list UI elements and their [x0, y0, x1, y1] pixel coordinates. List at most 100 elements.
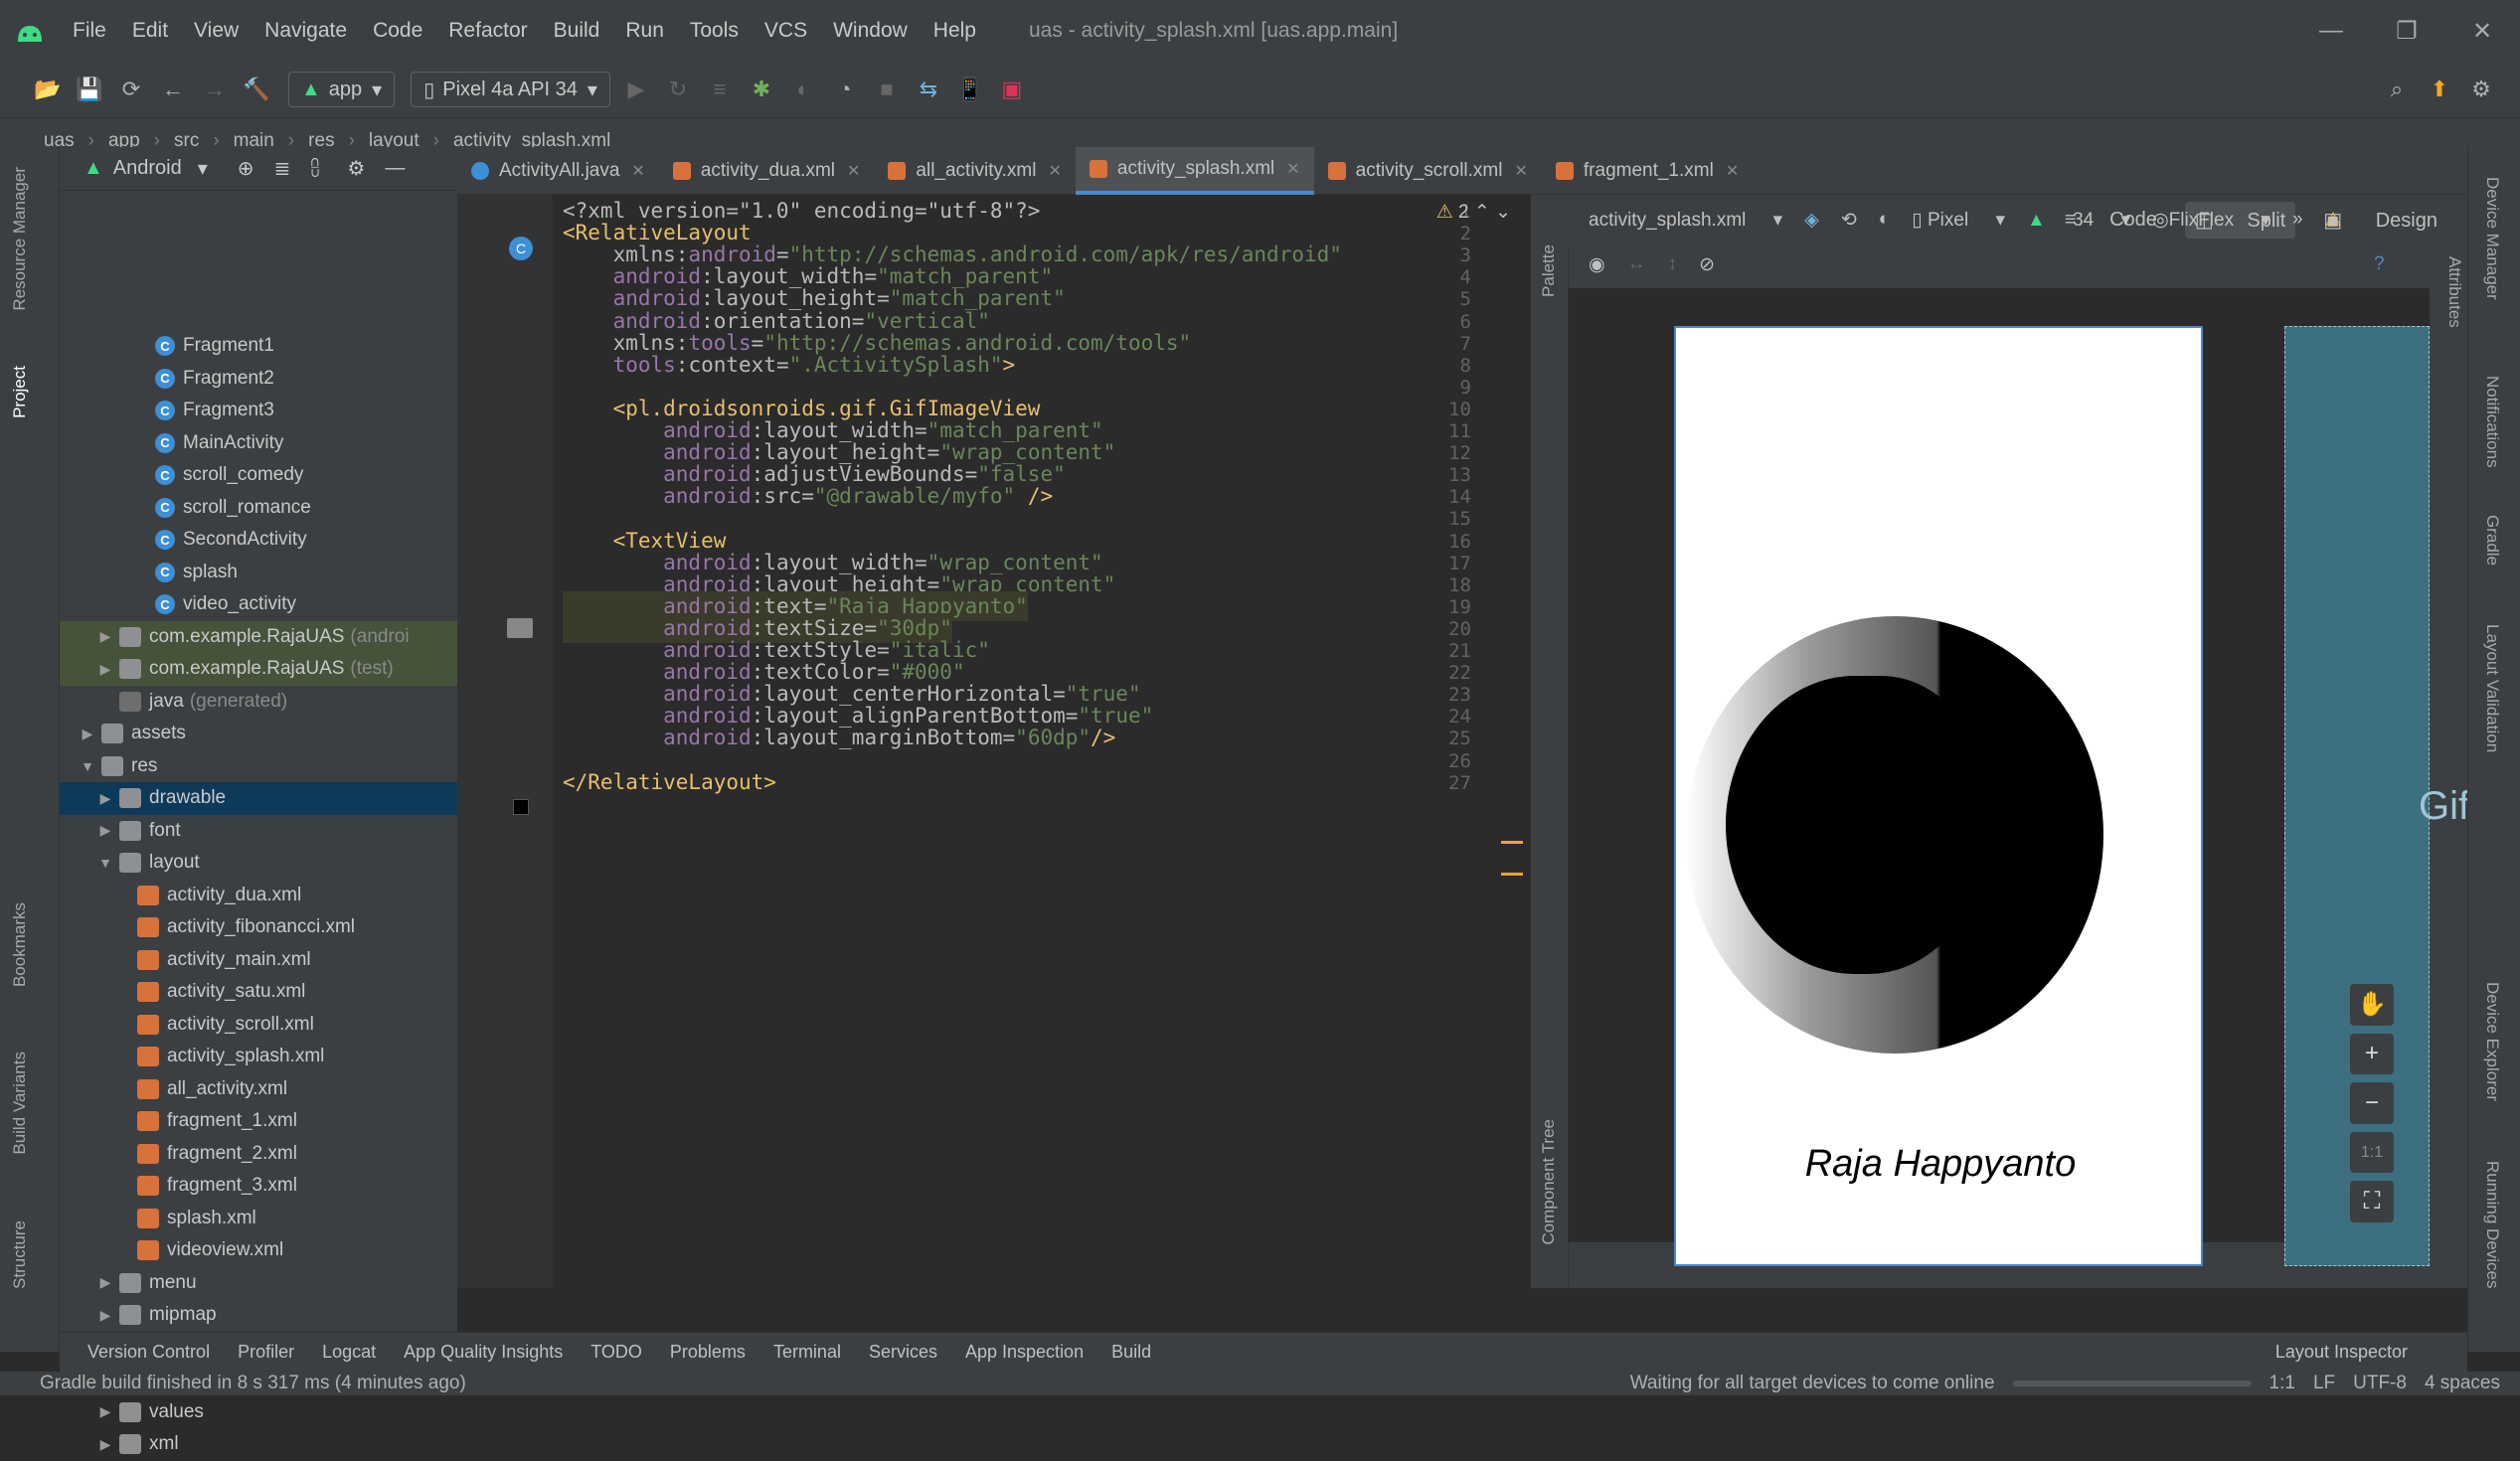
restore-icon[interactable]: ❐ [2369, 0, 2444, 62]
tree-item[interactable]: activity_satu.xml [60, 976, 457, 1009]
gradle-sync-icon[interactable]: ⇆ [911, 72, 946, 107]
debug-icon[interactable]: ✱ [744, 72, 779, 107]
close-tab-icon[interactable]: ✕ [1726, 161, 1739, 181]
zoom-out-icon[interactable]: − [2350, 1082, 2394, 1124]
tree-item[interactable]: ▶ mipmap [60, 1299, 457, 1332]
profile-icon[interactable]: ◔ [827, 72, 863, 107]
bottom-tab[interactable]: Build [1111, 1342, 1151, 1363]
layout-file-select[interactable]: activity_splash.xml ▾ [1589, 209, 1782, 232]
orientation-icon[interactable]: ⟲ [1841, 209, 1857, 232]
line-ending[interactable]: LF [2313, 1373, 2335, 1394]
color-swatch-icon[interactable] [513, 799, 529, 815]
tree-item[interactable]: ▶ values [60, 1396, 457, 1429]
expand-arrow-icon[interactable]: ▶ [95, 1436, 115, 1453]
close-tab-icon[interactable]: ✕ [847, 161, 860, 181]
expand-arrow-icon[interactable]: ▶ [95, 1274, 115, 1291]
menu-view[interactable]: View [181, 19, 252, 43]
tree-item[interactable]: ▼ layout [60, 847, 457, 880]
device-explorer-tab[interactable]: Device Explorer [2482, 982, 2502, 1101]
tree-item[interactable]: activity_dua.xml [60, 880, 457, 912]
tree-item[interactable]: C MainActivity [60, 427, 457, 460]
tree-item[interactable]: ▼ res [60, 750, 457, 783]
tree-item[interactable]: C Fragment2 [60, 363, 457, 396]
status-message[interactable]: Gradle build finished in 8 s 317 ms (4 m… [40, 1373, 466, 1394]
tree-item[interactable]: ▶ com.example.RajaUAS (androi [60, 620, 457, 653]
project-view-select[interactable]: Android [113, 157, 182, 180]
bottom-tab[interactable]: Version Control [87, 1342, 210, 1363]
api-level-select[interactable]: ▲ 34 ▾ [2027, 209, 2130, 232]
expand-arrow-icon[interactable]: ▶ [95, 1403, 115, 1420]
bottom-tab[interactable]: Problems [670, 1342, 746, 1363]
stop-icon[interactable]: ■ [869, 72, 905, 107]
menu-build[interactable]: Build [541, 19, 613, 43]
expand-arrow-icon[interactable]: ▶ [78, 726, 97, 742]
night-mode-icon[interactable]: ◐ [1879, 209, 1890, 231]
menu-edit[interactable]: Edit [119, 19, 181, 43]
inspection-widget[interactable]: ⚠ 2 ⌃ ⌄ [1436, 201, 1511, 224]
expand-all-icon[interactable]: ≣ [274, 156, 291, 181]
close-tab-icon[interactable]: ✕ [631, 161, 644, 181]
close-tab-icon[interactable]: ✕ [1286, 159, 1299, 179]
project-tab[interactable]: Project [10, 366, 30, 418]
apply-changes-icon[interactable]: ≡ [702, 72, 738, 107]
editor-tab[interactable]: all_activity.xml ✕ [874, 147, 1075, 195]
bottom-tab[interactable]: App Inspection [965, 1342, 1084, 1363]
tree-item[interactable]: fragment_1.xml [60, 1105, 457, 1138]
menu-window[interactable]: Window [820, 19, 921, 43]
expand-arrow-icon[interactable]: ▶ [95, 1307, 115, 1324]
more-icon[interactable]: » [2292, 209, 2303, 231]
settings-icon[interactable]: ⚙ [2463, 72, 2499, 107]
menu-run[interactable]: Run [612, 19, 677, 43]
class-gutter-icon[interactable]: C [509, 237, 533, 260]
build-variants-tab[interactable]: Build Variants [10, 1052, 30, 1155]
tree-item[interactable]: fragment_2.xml [60, 1138, 457, 1171]
back-icon[interactable]: ← [155, 72, 191, 107]
expand-arrow-icon[interactable]: ▼ [78, 758, 97, 774]
layers-icon[interactable]: ◈ [1804, 209, 1819, 232]
expand-arrow-icon[interactable]: ▼ [95, 855, 115, 871]
bottom-tab[interactable]: TODO [590, 1342, 642, 1363]
phone-preview[interactable]: Raja Happyanto [1674, 326, 2203, 1266]
tree-item[interactable]: ▶ assets [60, 718, 457, 750]
expand-arrow-icon[interactable]: ▶ [95, 822, 115, 839]
tree-item[interactable]: activity_scroll.xml [60, 1009, 457, 1042]
tree-item[interactable]: C Fragment3 [60, 395, 457, 427]
menu-vcs[interactable]: VCS [752, 19, 820, 43]
save-icon[interactable]: 💾 [72, 72, 107, 107]
locate-icon[interactable]: ⊕ [238, 156, 254, 181]
bottom-tab[interactable]: Profiler [238, 1342, 294, 1363]
menu-help[interactable]: Help [921, 19, 989, 43]
editor-tab[interactable]: fragment_1.xml ✕ [1542, 147, 1753, 195]
theme-select[interactable]: ◎FlixFlex ▾ [2152, 209, 2270, 232]
bottom-tab[interactable]: App Quality Insights [404, 1342, 563, 1363]
editor-tab[interactable]: activity_scroll.xml ✕ [1314, 147, 1542, 195]
constraints-icon[interactable]: ⊘ [1699, 253, 1715, 276]
notifications-tab[interactable]: Notifications [2482, 376, 2502, 468]
bottom-tab[interactable]: Terminal [773, 1342, 841, 1363]
expand-arrow-icon[interactable]: ▶ [95, 661, 115, 678]
caret-position[interactable]: 1:1 [2269, 1373, 2295, 1394]
tree-item[interactable]: java (generated) [60, 686, 457, 719]
menu-tools[interactable]: Tools [677, 19, 752, 43]
preview-textview[interactable]: Raja Happyanto [1676, 1143, 2205, 1186]
design-canvas[interactable]: Raja Happyanto Gif ✋ + − 1:1 ⛶ [1569, 288, 2469, 1266]
tree-item[interactable]: splash.xml [60, 1203, 457, 1235]
layout-validation-tab[interactable]: Layout Validation [2482, 624, 2502, 752]
minimize-icon[interactable]: — [2293, 0, 2369, 62]
device-select[interactable]: ▯ Pixel 4a API 34 ▾ [411, 72, 610, 107]
editor-tab[interactable]: activity_splash.xml ✕ [1075, 146, 1314, 195]
tree-item[interactable]: all_activity.xml [60, 1073, 457, 1106]
sdk-manager-icon[interactable]: ▣ [994, 72, 1030, 107]
eye-icon[interactable]: ◉ [1589, 253, 1605, 276]
image-preview-icon[interactable] [507, 618, 533, 638]
tree-item[interactable]: Cscroll_comedy [60, 459, 457, 492]
background-task-label[interactable]: Waiting for all target devices to come o… [1630, 1373, 1995, 1394]
palette-tab[interactable]: Palette [1539, 244, 1559, 297]
menu-navigate[interactable]: Navigate [252, 19, 360, 43]
bookmarks-tab[interactable]: Bookmarks [10, 902, 30, 987]
tree-item[interactable]: videoview.xml [60, 1234, 457, 1267]
run-config-select[interactable]: ▲ app ▾ [288, 72, 396, 107]
tree-item[interactable]: C Fragment1 [60, 330, 457, 363]
close-tab-icon[interactable]: ✕ [1048, 161, 1061, 181]
close-tab-icon[interactable]: ✕ [1514, 161, 1527, 181]
